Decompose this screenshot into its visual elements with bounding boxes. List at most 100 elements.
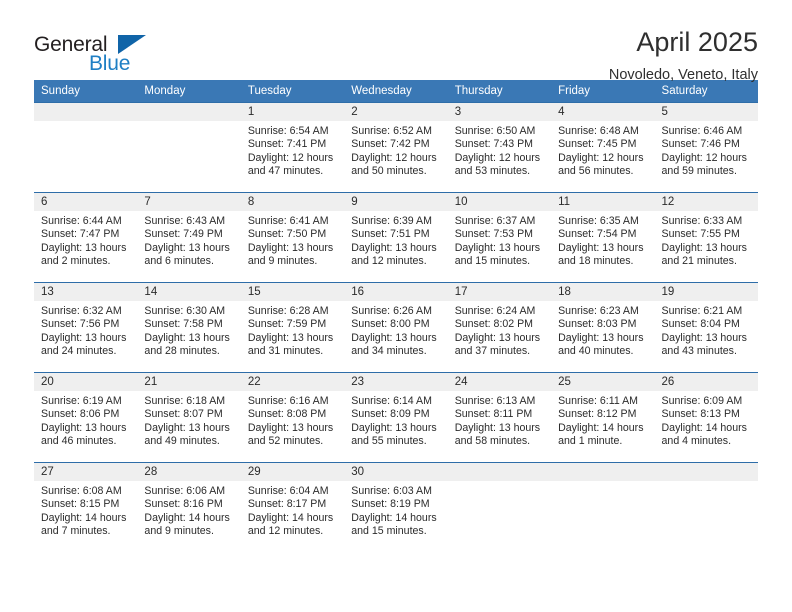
page-title: April 2025 <box>636 27 758 57</box>
day-details: Sunrise: 6:44 AM Sunset: 7:47 PM Daylight:… <box>34 211 137 269</box>
day-detail-line: Sunset: 7:51 PM <box>351 228 430 241</box>
day-detail-line: Daylight: 13 hours <box>661 241 747 254</box>
calendar-day-cell[interactable]: 24 Sunrise: 6:13 AM Sunset: 8:11 PM Dayligh… <box>447 372 552 463</box>
day-number: 16 <box>344 283 448 301</box>
calendar-day-cell[interactable]: 9 Sunrise: 6:39 AM Sunset: 7:51 PM Daylight… <box>344 192 448 283</box>
day-detail-line: and 21 minutes. <box>661 255 737 268</box>
day-detail-line: Daylight: 14 hours <box>247 511 334 524</box>
calendar-day-cell[interactable]: 27 Sunrise: 6:08 AM Sunset: 8:15 PM Dayligh… <box>34 462 138 553</box>
calendar-day-cell[interactable]: 22 Sunrise: 6:16 AM Sunset: 8:08 PM Dayligh… <box>240 372 345 463</box>
column-header-saturday: Saturday <box>654 80 758 103</box>
calendar-day-cell[interactable]: 20 Sunrise: 6:19 AM Sunset: 8:06 PM Dayligh… <box>34 372 138 463</box>
day-detail-line: and 40 minutes. <box>558 345 634 358</box>
day-detail-line: and 55 minutes. <box>351 435 427 448</box>
day-detail-line: Daylight: 13 hours <box>454 241 541 254</box>
day-number: 23 <box>344 373 448 391</box>
column-header-monday: Monday <box>137 80 241 103</box>
day-number: 11 <box>551 193 655 211</box>
calendar-day-cell[interactable]: 21 Sunrise: 6:18 AM Sunset: 8:07 PM Dayligh… <box>137 372 241 463</box>
calendar-empty-cell <box>34 102 138 193</box>
day-detail-line: Daylight: 13 hours <box>144 421 230 434</box>
day-cell-inner: 25 Sunrise: 6:11 AM Sunset: 8:12 PM Dayligh… <box>551 373 655 462</box>
calendar-day-cell[interactable]: 29 Sunrise: 6:04 AM Sunset: 8:17 PM Dayligh… <box>240 462 345 553</box>
calendar-day-cell[interactable]: 2 Sunrise: 6:52 AM Sunset: 7:42 PM Daylight… <box>344 102 448 193</box>
day-cell-inner: 10 Sunrise: 6:37 AM Sunset: 7:53 PM Dayligh… <box>447 193 552 282</box>
calendar-day-cell[interactable]: 18 Sunrise: 6:23 AM Sunset: 8:03 PM Dayligh… <box>551 282 655 373</box>
calendar-day-cell[interactable]: 11 Sunrise: 6:35 AM Sunset: 7:54 PM Dayligh… <box>551 192 655 283</box>
day-detail-line: Daylight: 13 hours <box>144 241 230 254</box>
day-details: Sunrise: 6:48 AM Sunset: 7:45 PM Daylight:… <box>551 121 654 179</box>
calendar-day-cell[interactable]: 17 Sunrise: 6:24 AM Sunset: 8:02 PM Dayligh… <box>447 282 552 373</box>
day-cell-inner <box>447 463 552 553</box>
calendar-day-cell[interactable]: 8 Sunrise: 6:41 AM Sunset: 7:50 PM Daylight… <box>240 192 345 283</box>
day-detail-line: Sunrise: 6:03 AM <box>351 485 432 497</box>
day-cell-inner: 7 Sunrise: 6:43 AM Sunset: 7:49 PM Daylight… <box>137 193 241 282</box>
day-detail-line: Daylight: 12 hours <box>661 151 747 164</box>
day-detail-line: and 6 minutes. <box>144 255 214 268</box>
day-details: Sunrise: 6:54 AM Sunset: 7:41 PM Daylight:… <box>241 121 344 179</box>
day-details: Sunrise: 6:09 AM Sunset: 8:13 PM Daylight:… <box>655 391 758 449</box>
day-number: 25 <box>551 373 655 391</box>
calendar-day-cell[interactable]: 10 Sunrise: 6:37 AM Sunset: 7:53 PM Dayligh… <box>447 192 552 283</box>
calendar-day-cell[interactable]: 13 Sunrise: 6:32 AM Sunset: 7:56 PM Dayligh… <box>34 282 138 373</box>
day-detail-line: Sunset: 8:00 PM <box>351 318 430 331</box>
day-details: Sunrise: 6:24 AM Sunset: 8:02 PM Daylight:… <box>448 301 551 359</box>
day-detail-line: Daylight: 13 hours <box>454 421 541 434</box>
day-number: 9 <box>344 193 448 211</box>
day-detail-line: Daylight: 14 hours <box>558 421 644 434</box>
day-detail-line: Sunset: 8:11 PM <box>454 408 533 421</box>
day-detail-line: Daylight: 14 hours <box>661 421 747 434</box>
day-detail-line: Sunset: 7:41 PM <box>247 138 327 151</box>
day-detail-line: Daylight: 14 hours <box>41 511 127 524</box>
day-detail-line: Sunset: 8:17 PM <box>247 498 327 511</box>
day-detail-line: Sunset: 8:12 PM <box>558 408 637 421</box>
day-detail-line: Sunset: 8:06 PM <box>41 408 120 421</box>
day-detail-line: Daylight: 13 hours <box>41 241 127 254</box>
day-detail-line: and 31 minutes. <box>247 345 324 358</box>
day-number: 7 <box>137 193 241 211</box>
calendar-day-cell[interactable]: 23 Sunrise: 6:14 AM Sunset: 8:09 PM Dayligh… <box>344 372 448 463</box>
calendar-day-cell[interactable]: 15 Sunrise: 6:28 AM Sunset: 7:59 PM Dayligh… <box>240 282 345 373</box>
day-details: Sunrise: 6:13 AM Sunset: 8:11 PM Daylight:… <box>448 391 551 449</box>
brand-logo[interactable]: General Blue <box>34 28 154 80</box>
day-detail-line: Daylight: 13 hours <box>454 331 541 344</box>
day-detail-line: Sunrise: 6:44 AM <box>41 215 122 227</box>
day-number: 27 <box>34 463 138 481</box>
day-detail-line: Sunrise: 6:16 AM <box>247 395 329 407</box>
calendar-day-cell[interactable]: 19 Sunrise: 6:21 AM Sunset: 8:04 PM Dayligh… <box>654 282 758 373</box>
calendar-day-cell[interactable]: 25 Sunrise: 6:11 AM Sunset: 8:12 PM Dayligh… <box>551 372 655 463</box>
day-detail-line: Sunset: 8:04 PM <box>661 318 740 331</box>
calendar-day-cell[interactable]: 28 Sunrise: 6:06 AM Sunset: 8:16 PM Dayligh… <box>137 462 241 553</box>
calendar-day-cell[interactable]: 4 Sunrise: 6:48 AM Sunset: 7:45 PM Daylight… <box>551 102 655 193</box>
day-details: Sunrise: 6:04 AM Sunset: 8:17 PM Daylight:… <box>241 481 344 539</box>
day-details: Sunrise: 6:41 AM Sunset: 7:50 PM Daylight:… <box>241 211 344 269</box>
day-detail-line: Sunrise: 6:35 AM <box>558 215 639 227</box>
day-details: Sunrise: 6:50 AM Sunset: 7:43 PM Daylight:… <box>448 121 551 179</box>
day-detail-line: Sunset: 8:03 PM <box>558 318 637 331</box>
calendar-day-cell[interactable]: 3 Sunrise: 6:50 AM Sunset: 7:43 PM Daylight… <box>447 102 552 193</box>
day-detail-line: Sunrise: 6:23 AM <box>558 305 639 317</box>
calendar-day-cell[interactable]: 12 Sunrise: 6:33 AM Sunset: 7:55 PM Dayligh… <box>654 192 758 283</box>
day-detail-line: Daylight: 13 hours <box>351 331 437 344</box>
calendar-day-cell[interactable]: 16 Sunrise: 6:26 AM Sunset: 8:00 PM Dayligh… <box>344 282 448 373</box>
day-detail-line: Daylight: 12 hours <box>454 151 541 164</box>
day-details: Sunrise: 6:35 AM Sunset: 7:54 PM Daylight:… <box>551 211 654 269</box>
day-detail-line: Sunrise: 6:18 AM <box>144 395 226 407</box>
calendar-day-cell[interactable]: 14 Sunrise: 6:30 AM Sunset: 7:58 PM Dayligh… <box>137 282 241 373</box>
calendar-day-cell[interactable]: 6 Sunrise: 6:44 AM Sunset: 7:47 PM Daylight… <box>34 192 138 283</box>
day-detail-line: Sunset: 8:13 PM <box>661 408 740 421</box>
day-detail-line: and 46 minutes. <box>41 435 117 448</box>
day-detail-line: Daylight: 12 hours <box>558 151 644 164</box>
day-cell-inner <box>137 103 241 192</box>
day-details: Sunrise: 6:37 AM Sunset: 7:53 PM Daylight:… <box>448 211 551 269</box>
calendar-day-cell[interactable]: 26 Sunrise: 6:09 AM Sunset: 8:13 PM Dayligh… <box>654 372 758 463</box>
calendar-day-cell[interactable]: 1 Sunrise: 6:54 AM Sunset: 7:41 PM Daylight… <box>240 102 345 193</box>
calendar-day-cell[interactable]: 7 Sunrise: 6:43 AM Sunset: 7:49 PM Daylight… <box>137 192 241 283</box>
day-details: Sunrise: 6:14 AM Sunset: 8:09 PM Daylight:… <box>344 391 447 449</box>
day-detail-line: Sunrise: 6:14 AM <box>351 395 432 407</box>
calendar-day-cell[interactable]: 5 Sunrise: 6:46 AM Sunset: 7:46 PM Daylight… <box>654 102 758 193</box>
calendar-day-cell[interactable]: 30 Sunrise: 6:03 AM Sunset: 8:19 PM Dayligh… <box>344 462 448 553</box>
brand-name-blue: Blue <box>89 52 131 75</box>
day-number: 1 <box>240 103 345 121</box>
day-detail-line: Sunrise: 6:26 AM <box>351 305 432 317</box>
